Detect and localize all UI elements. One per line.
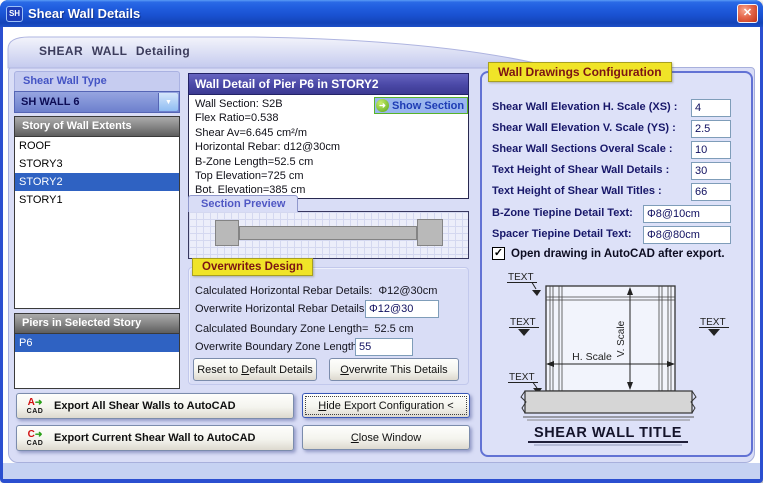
list-item-story3[interactable]: STORY3 xyxy=(15,155,179,173)
section-web-bar xyxy=(239,226,417,240)
open-in-autocad-checkbox[interactable]: ✓ xyxy=(492,247,505,260)
list-item-story2[interactable]: STORY2 xyxy=(15,173,179,191)
shear-wall-type-value: SH WALL 6 xyxy=(21,96,79,108)
window-content: SHEAR WALL Detailing Shear Wall Type SH … xyxy=(3,27,760,479)
close-icon[interactable]: ✕ xyxy=(737,4,758,23)
export-current-label: Export Current Shear Wall to AutoCAD xyxy=(54,432,255,444)
list-item-roof[interactable]: ROOF xyxy=(15,137,179,155)
shear-wall-details-window: SH Shear Wall Details ✕ SHEAR WALL Detai… xyxy=(0,0,763,483)
calc-bzone-value: 52.5 cm xyxy=(374,323,413,335)
cfg-label-h-scale: Shear Wall Elevation H. Scale (XS) : xyxy=(492,101,677,113)
export-current-button[interactable]: C➜ CAD Export Current Shear Wall to Auto… xyxy=(16,425,294,451)
autocad-export-all-icon: A➜ CAD xyxy=(22,397,48,415)
text-marker-mid-right: TEXT xyxy=(699,317,729,336)
reset-default-details-button[interactable]: Reset to Default Details xyxy=(193,358,317,381)
title-bar[interactable]: SH Shear Wall Details ✕ xyxy=(0,0,763,27)
window-title: Shear Wall Details xyxy=(28,6,140,21)
overwrite-this-details-button[interactable]: Overwrite This Details xyxy=(329,358,459,381)
text-height-titles-input[interactable] xyxy=(691,183,731,201)
cfg-label-spacer-tiepine: Spacer Tiepine Detail Text: xyxy=(492,228,632,240)
list-item-story1[interactable]: STORY1 xyxy=(15,191,179,209)
story-list-header: Story of Wall Extents xyxy=(14,116,180,137)
spacer-tiepine-input[interactable] xyxy=(643,226,731,244)
chevron-down-icon[interactable]: ▼ xyxy=(158,93,178,111)
close-window-button[interactable]: Close Window xyxy=(302,425,470,450)
calc-rebar-value: Φ12@30cm xyxy=(378,285,437,297)
open-in-autocad-label: Open drawing in AutoCAD after export. xyxy=(511,248,725,260)
tab-shear-wall-detailing: SHEAR WALL Detailing xyxy=(39,44,190,58)
detail-line: B-Zone Length=52.5 cm xyxy=(195,155,468,169)
svg-text:TEXT: TEXT xyxy=(700,317,726,328)
section-preview-tab: Section Preview xyxy=(188,195,298,212)
overwrite-bzone-input[interactable] xyxy=(355,338,413,356)
show-section-label: Show Section xyxy=(392,100,464,112)
v-scale-label: V. Scale xyxy=(616,320,627,357)
list-item-p6[interactable]: P6 xyxy=(15,334,179,352)
export-all-label: Export All Shear Walls to AutoCAD xyxy=(54,400,236,412)
wall-drawings-configuration-header: Wall Drawings Configuration xyxy=(488,62,672,82)
app-icon: SH xyxy=(6,6,23,22)
overwrite-rebar-input[interactable] xyxy=(365,300,439,318)
overwrite-rebar-label: Overwrite Horizontal Rebar Details: xyxy=(195,303,367,315)
svg-text:TEXT: TEXT xyxy=(510,317,536,328)
bzone-tiepine-input[interactable] xyxy=(643,205,731,223)
shear-wall-type-label: Shear Wall Type xyxy=(14,71,180,91)
cfg-label-v-scale: Shear Wall Elevation V. Scale (YS) : xyxy=(492,122,676,134)
bottom-strip xyxy=(3,463,760,479)
section-preview-canvas xyxy=(188,211,469,259)
detail-line: Horizontal Rebar: d12@30cm xyxy=(195,140,468,154)
cfg-label-text-height-details: Text Height of Shear Wall Details : xyxy=(492,164,669,176)
piers-list-header: Piers in Selected Story xyxy=(14,313,180,334)
calc-bzone-label: Calculated Boundary Zone Length= xyxy=(195,323,368,335)
shear-wall-type-dropdown[interactable]: SH WALL 6 ▼ xyxy=(14,91,180,113)
show-section-button[interactable]: ➜ Show Section xyxy=(374,97,468,114)
h-scale-label: H. Scale xyxy=(572,351,612,363)
arrow-right-icon: ➜ xyxy=(376,99,389,112)
h-scale-input[interactable] xyxy=(691,99,731,117)
calc-rebar-label: Calculated Horizontal Rebar Details: xyxy=(195,285,372,297)
wall-detail-header: Wall Detail of Pier P6 in STORY2 xyxy=(188,73,469,95)
export-all-button[interactable]: A➜ CAD Export All Shear Walls to AutoCAD xyxy=(16,393,294,419)
svg-text:TEXT: TEXT xyxy=(508,272,534,283)
sections-scale-input[interactable] xyxy=(691,141,731,159)
detail-line: Shear Av=6.645 cm²/m xyxy=(195,126,468,140)
svg-text:TEXT: TEXT xyxy=(509,372,535,383)
section-left-block xyxy=(215,220,239,246)
story-list: ROOF STORY3 STORY2 STORY1 xyxy=(14,137,180,309)
text-height-details-input[interactable] xyxy=(691,162,731,180)
cfg-label-text-height-titles: Text Height of Shear Wall Titles : xyxy=(492,185,662,197)
autocad-export-current-icon: C➜ CAD xyxy=(22,429,48,447)
text-marker-mid-left: TEXT xyxy=(509,317,539,336)
overwrite-bzone-label: Overwrite Boundary Zone Length= xyxy=(195,341,363,353)
shear-wall-title-label: SHEAR WALL TITLE xyxy=(534,425,682,441)
section-right-block xyxy=(417,219,443,246)
cfg-label-sections-scale: Shear Wall Sections Overal Scale : xyxy=(492,143,673,155)
v-scale-input[interactable] xyxy=(691,120,731,138)
cfg-label-bzone-tiepine: B-Zone Tiepine Detail Text: xyxy=(492,207,633,219)
detail-line: Top Elevation=725 cm xyxy=(195,169,468,183)
piers-list: P6 xyxy=(14,334,180,389)
overwrites-design-header: Overwrites Design xyxy=(192,258,313,276)
hide-export-configuration-button[interactable]: Hide Export Configuration < xyxy=(302,393,470,418)
text-marker-top-left: TEXT xyxy=(507,272,541,296)
shear-wall-diagram: V. Scale H. Scale TEXT TEXT TEXT xyxy=(500,269,740,457)
